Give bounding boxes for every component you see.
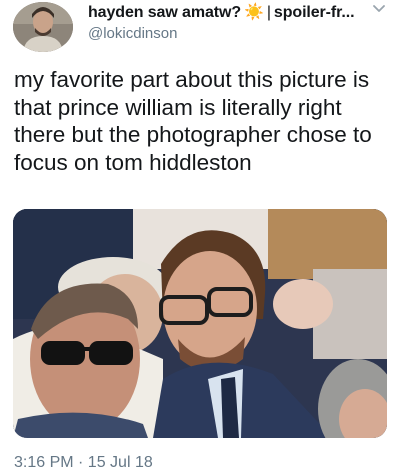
author-handle[interactable]: @lokicdinson bbox=[88, 25, 177, 42]
author-display-name[interactable]: hayden saw amatw? ☀️ | spoiler-fr... bbox=[88, 2, 355, 22]
chevron-down-icon[interactable] bbox=[372, 3, 386, 15]
tweet-text: my favorite part about this picture is t… bbox=[14, 67, 372, 175]
sun-emoji-icon: ☀️ bbox=[244, 4, 264, 21]
tweet-timestamp[interactable]: 3:16 PM · 15 Jul 18 bbox=[14, 454, 153, 472]
name-separator: | bbox=[266, 4, 271, 21]
tweet-photo[interactable] bbox=[13, 209, 387, 438]
display-name-tail: spoiler-fr... bbox=[273, 4, 355, 21]
tweet-card: hayden saw amatw? ☀️ | spoiler-fr... @lokic… bbox=[0, 0, 400, 471]
avatar[interactable] bbox=[13, 2, 73, 52]
display-name-text: hayden saw amatw? bbox=[88, 4, 242, 21]
